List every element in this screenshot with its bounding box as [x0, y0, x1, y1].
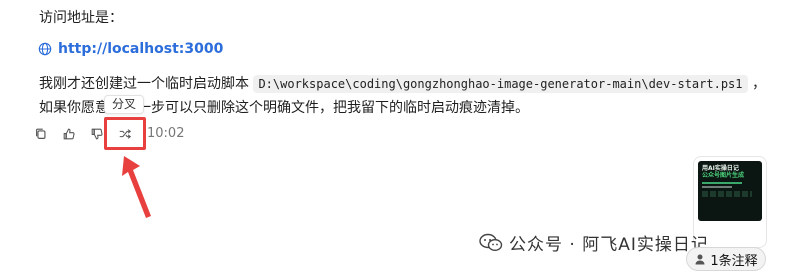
thumbs-up-icon: [63, 128, 75, 140]
thumbnail-bar-2: [702, 186, 732, 188]
wechat-icon: [479, 233, 503, 251]
para-text-before: 我刚才还创建过一个临时启动脚本: [39, 76, 254, 92]
person-icon: [695, 254, 705, 265]
annotation-label: 1条注释: [710, 253, 758, 269]
message-timestamp: 10:02: [147, 126, 185, 141]
fork-tooltip: 分叉: [104, 95, 144, 114]
annotation-pill[interactable]: 1条注释: [686, 247, 766, 271]
message-paragraph: 我刚才还创建过一个临时启动脚本 D:\workspace\coding\gong…: [39, 72, 775, 120]
thumbs-up-button[interactable]: [60, 124, 78, 144]
thumbnail-bar: [702, 182, 742, 184]
url-row: http://localhost:3000: [38, 41, 223, 57]
thumbs-down-icon: [91, 128, 103, 140]
localhost-link[interactable]: http://localhost:3000: [58, 41, 223, 57]
thumbnail-preview: 用AI实操日记 公众号图片生成: [698, 161, 762, 221]
highlight-box: [104, 117, 146, 150]
thumbnail-grid: [702, 191, 752, 197]
thumbnail-subtitle: 公众号图片生成: [702, 172, 745, 179]
thumbnail-title: 用AI实操日记: [702, 165, 739, 172]
wechat-watermark: 公众号 · 阿飞AI实操日记: [479, 230, 709, 255]
copy-icon: [36, 128, 46, 139]
script-path-code: D:\workspace\coding\gongzhonghao-image-g…: [253, 75, 748, 93]
globe-icon: [38, 42, 52, 56]
pointer-arrow-icon: [122, 156, 151, 218]
copy-button[interactable]: [32, 124, 50, 144]
access-label: 访问地址是：: [39, 10, 123, 26]
watermark-text: 公众号 · 阿飞AI实操日记: [509, 235, 709, 255]
